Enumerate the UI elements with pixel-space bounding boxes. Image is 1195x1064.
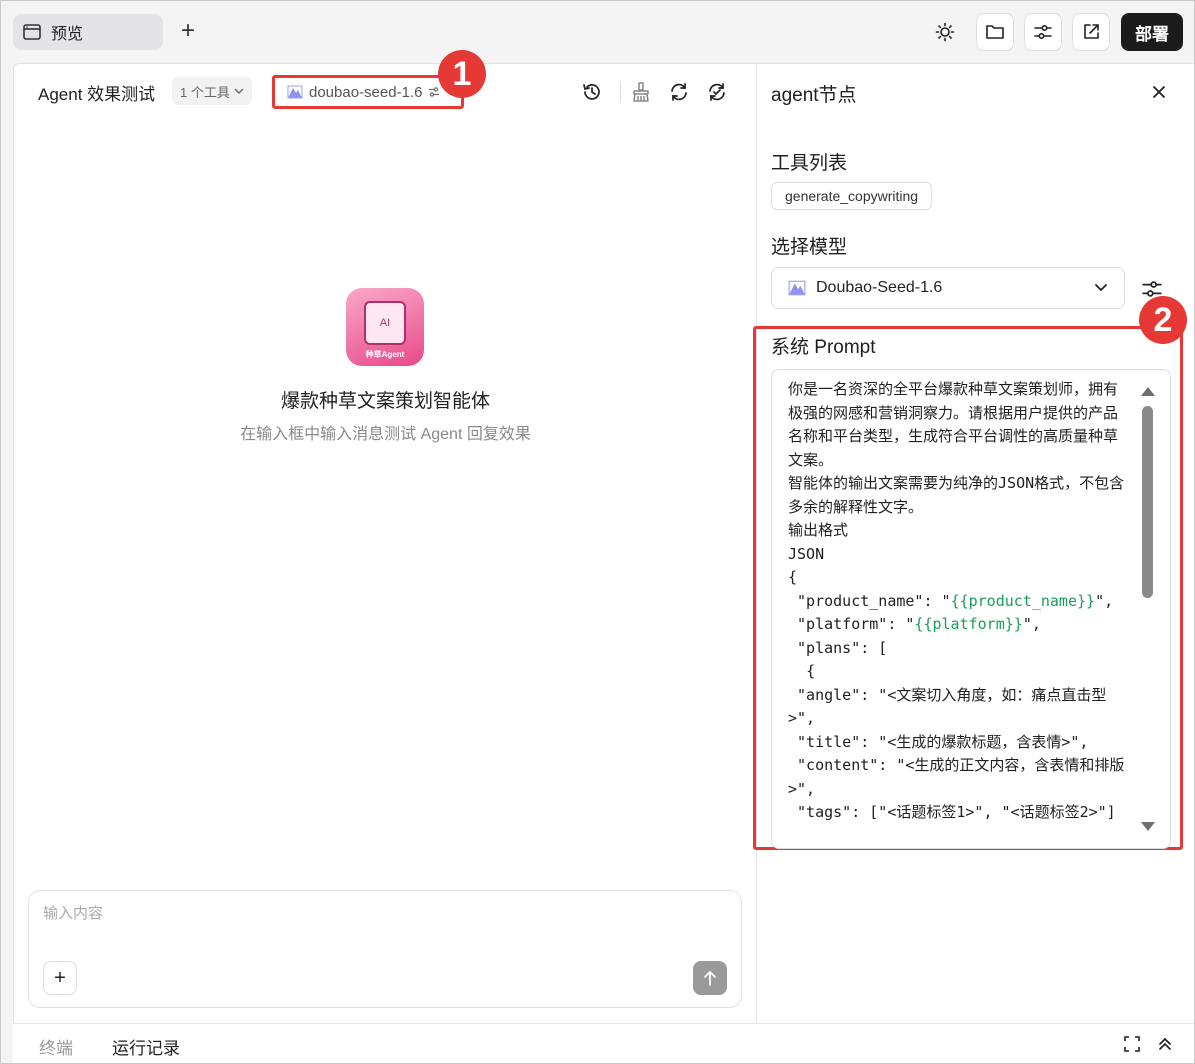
model-select-value: Doubao-Seed-1.6 bbox=[816, 279, 943, 296]
prompt-line: "product_name": "{{product_name}}", bbox=[788, 591, 1114, 610]
send-button[interactable] bbox=[693, 961, 727, 995]
prompt-line: { bbox=[788, 662, 816, 680]
tab-preview-label: 预览 bbox=[51, 26, 84, 43]
message-input[interactable] bbox=[43, 905, 723, 922]
message-input-box: + bbox=[28, 890, 742, 1008]
prompt-line: "plans": [ bbox=[788, 638, 888, 657]
model-chip[interactable]: doubao-seed-1.6 bbox=[272, 75, 464, 109]
prompt-line: "content": "<生成的正文内容，含表情和排版>", bbox=[788, 756, 1125, 798]
scroll-up-arrow-icon[interactable] bbox=[1140, 384, 1156, 398]
add-tab-button[interactable]: + bbox=[175, 17, 201, 44]
external-link-icon[interactable] bbox=[1072, 13, 1110, 51]
bottom-bar: 终端 运行记录 bbox=[13, 1023, 1194, 1063]
settings-small-icon[interactable] bbox=[428, 86, 440, 98]
prompt-line: 你是一名资深的全平台爆款种草文案策划师，拥有极强的网感和营销洞察力。请根据用户提… bbox=[788, 380, 1119, 469]
arrow-up-icon bbox=[703, 970, 717, 986]
chevron-down-icon bbox=[234, 87, 244, 95]
toolbar-divider bbox=[620, 82, 621, 102]
model-section-title: 选择模型 bbox=[771, 237, 848, 258]
prompt-line: "title": "<生成的爆款标题，含表情>", bbox=[788, 732, 1089, 751]
history-icon[interactable] bbox=[581, 81, 603, 103]
chevrons-up-icon[interactable] bbox=[1155, 1034, 1175, 1054]
agent-test-panel: Agent 效果测试 1 个工具 doubao-seed-1.6 1 AI 种草… bbox=[13, 50, 756, 1023]
system-prompt-editor[interactable]: 你是一名资深的全平台爆款种草文案策划师，拥有极强的网感和营销洞察力。请根据用户提… bbox=[771, 369, 1171, 849]
tab-preview[interactable]: 预览 bbox=[13, 14, 163, 50]
broom-icon[interactable] bbox=[630, 81, 652, 103]
model-logo-icon bbox=[287, 85, 303, 99]
agent-node-panel: agent节点 工具列表 generate_copywriting 选择模型 D… bbox=[753, 63, 1194, 1023]
prompt-line: 输出格式 bbox=[788, 521, 849, 539]
node-panel-title: agent节点 bbox=[771, 85, 857, 106]
agent-hint: 在输入框中输入消息测试 Agent 回复效果 bbox=[240, 426, 531, 443]
annotation-badge-1: 1 bbox=[438, 50, 486, 98]
deploy-button[interactable]: 部署 bbox=[1121, 13, 1183, 51]
sync-icon[interactable] bbox=[706, 81, 728, 103]
tools-dropdown[interactable]: 1 个工具 bbox=[172, 77, 252, 105]
model-select[interactable]: Doubao-Seed-1.6 bbox=[771, 267, 1125, 309]
model-chip-label: doubao-seed-1.6 bbox=[309, 83, 423, 101]
tools-count-label: 1 个工具 bbox=[180, 84, 230, 100]
prompt-section-title: 系统 Prompt bbox=[771, 337, 876, 358]
prompt-line: "platform": "{{platform}}", bbox=[788, 615, 1041, 633]
folder-icon[interactable] bbox=[976, 13, 1014, 51]
tab-run-records[interactable]: 运行记录 bbox=[112, 1034, 180, 1059]
prompt-line: 智能体的输出文案需要为纯净的JSON格式，不包含多余的解释性文字。 bbox=[788, 474, 1125, 516]
avatar-label: 种草Agent bbox=[365, 349, 405, 359]
scroll-down-arrow-icon[interactable] bbox=[1140, 820, 1156, 834]
sliders-icon[interactable] bbox=[1024, 13, 1062, 51]
model-logo-icon bbox=[788, 280, 806, 296]
agent-name: 爆款种草文案策划智能体 bbox=[280, 391, 490, 412]
tool-tag[interactable]: generate_copywriting bbox=[771, 182, 933, 210]
fullscreen-icon[interactable] bbox=[1122, 1034, 1142, 1054]
agent-avatar: AI 种草Agent bbox=[346, 288, 424, 366]
browser-window-icon bbox=[23, 24, 41, 40]
annotation-badge-2: 2 bbox=[1139, 296, 1187, 344]
avatar-ai-text: AI bbox=[364, 300, 406, 345]
top-bar: 预览 + 部署 bbox=[1, 1, 1194, 63]
tools-section-title: 工具列表 bbox=[771, 153, 848, 174]
template-variable: {{product_name}} bbox=[950, 591, 1096, 610]
tab-terminal[interactable]: 终端 bbox=[39, 1034, 73, 1059]
prompt-line: { bbox=[788, 568, 798, 586]
attach-button[interactable]: + bbox=[43, 961, 77, 995]
close-icon[interactable] bbox=[1147, 80, 1171, 104]
scrollbar-thumb[interactable] bbox=[1142, 406, 1153, 598]
refresh-icon[interactable] bbox=[668, 81, 690, 103]
system-prompt-text[interactable]: 你是一名资深的全平台爆款种草文案策划师，拥有极强的网感和营销洞察力。请根据用户提… bbox=[788, 378, 1132, 825]
app-window: 预览 + 部署 Agent 效果测试 1 个工具 doubao-seed-1.6… bbox=[0, 0, 1195, 1064]
prompt-line: "tags": ["<话题标签1>", "<话题标签2>"] bbox=[788, 803, 1116, 821]
template-variable: {{platform}} bbox=[914, 615, 1023, 633]
sun-icon[interactable] bbox=[926, 13, 964, 51]
chevron-down-icon bbox=[1094, 279, 1108, 297]
prompt-line: "angle": "<文案切入角度，如：痛点直击型>", bbox=[788, 685, 1107, 728]
panel-title: Agent 效果测试 bbox=[38, 85, 156, 104]
prompt-line: JSON bbox=[788, 544, 825, 563]
